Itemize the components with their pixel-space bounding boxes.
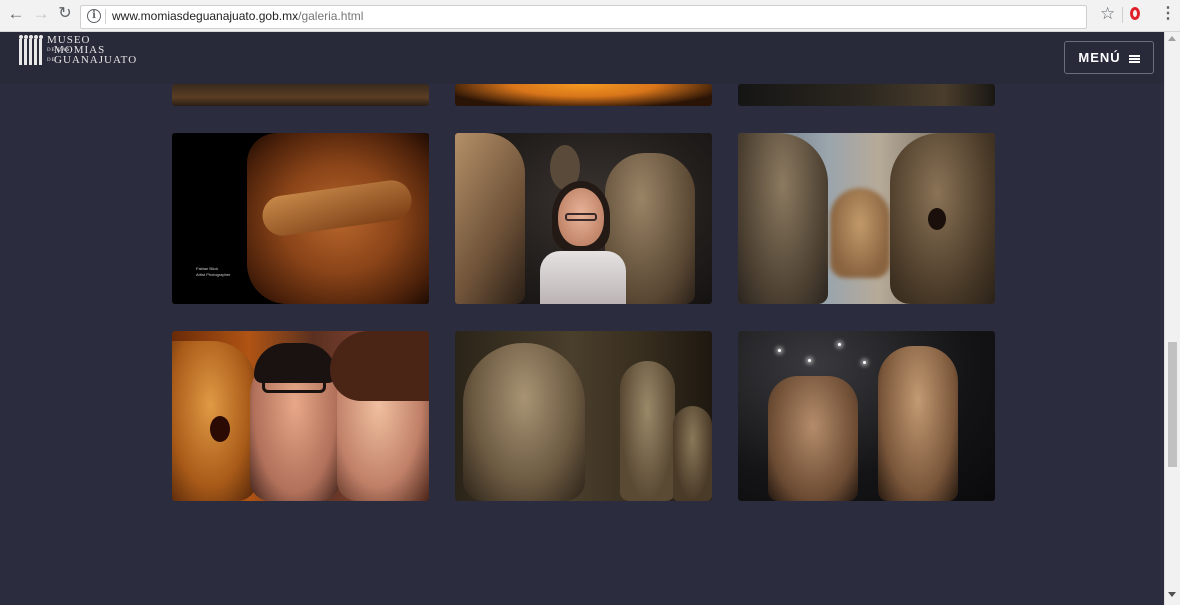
info-icon[interactable]: i: [87, 9, 101, 23]
photo-detail: [565, 213, 597, 221]
logo-small-1: DE LAS: [47, 47, 71, 53]
gallery-photo[interactable]: [455, 84, 712, 106]
site-header: MUSEO DE LASMOMIAS DEGUANAJUATO MENÚ: [0, 32, 1164, 84]
back-arrow-icon[interactable]: ←: [7, 5, 25, 23]
url-path: /galeria.html: [298, 9, 364, 23]
star-icon[interactable]: ☆: [1100, 5, 1115, 23]
url-host: www.momiasdeguanajuato.gob.mx: [112, 9, 299, 23]
photo-credit-role: Artist Photographer: [196, 272, 231, 277]
photo-subject: [738, 133, 828, 304]
gallery-photo[interactable]: [738, 331, 995, 501]
menu-label: MENÚ: [1078, 50, 1121, 65]
logo-line-3: DEGUANAJUATO: [47, 54, 138, 66]
gallery-photo[interactable]: [172, 84, 429, 106]
photo-detail: [330, 331, 429, 401]
photo-detail: [863, 361, 866, 364]
photo-subject: [463, 343, 585, 501]
logo-wordmark: MUSEO DE LASMOMIAS DEGUANAJUATO: [47, 35, 138, 66]
photo-detail: [210, 416, 230, 442]
gallery-photo[interactable]: [455, 133, 712, 304]
opera-icon[interactable]: [1130, 7, 1140, 20]
scroll-down-icon[interactable]: [1168, 592, 1176, 597]
hamburger-icon: [1128, 54, 1140, 63]
toolbar-divider: [1122, 7, 1123, 23]
url-text[interactable]: www.momiasdeguanajuato.gob.mx/galeria.ht…: [112, 9, 363, 23]
page-scrollbar[interactable]: [1164, 32, 1180, 605]
address-bar[interactable]: i www.momiasdeguanajuato.gob.mx/galeria.…: [80, 5, 1087, 29]
gallery-photo[interactable]: [738, 133, 995, 304]
photo-detail: [838, 343, 841, 346]
reload-icon[interactable]: ↻: [56, 5, 74, 23]
gallery-photo[interactable]: [172, 331, 429, 501]
photo-detail: [778, 349, 781, 352]
browser-toolbar: ← → ↻ i www.momiasdeguanajuato.gob.mx/ga…: [0, 0, 1180, 32]
gallery-photo[interactable]: [455, 331, 712, 501]
photo-detail: [928, 208, 946, 230]
logo-line-3-text: GUANAJUATO: [54, 54, 138, 66]
logo-small-2: DE: [47, 57, 56, 63]
url-divider: [105, 9, 106, 24]
photo-detail: [262, 375, 326, 393]
photo-subject: [620, 361, 675, 501]
gallery-photo[interactable]: [738, 84, 995, 106]
scroll-up-icon[interactable]: [1168, 36, 1176, 41]
scrollbar-thumb[interactable]: [1168, 342, 1177, 467]
kebab-menu-icon[interactable]: ⋮: [1160, 5, 1176, 23]
photo-subject: [830, 188, 890, 278]
photo-subject: [673, 406, 712, 501]
photo-detail: [808, 359, 811, 362]
photo-credit: Fabian Bück Artist Photographer: [196, 266, 230, 278]
photo-detail: [540, 251, 626, 304]
photo-subject: [455, 133, 525, 304]
photo-subject: [768, 376, 858, 501]
logo-mark-icon: [19, 35, 43, 65]
photo-subject: [878, 346, 958, 501]
menu-button[interactable]: MENÚ: [1064, 41, 1154, 74]
gallery-photo[interactable]: Fabian Bück Artist Photographer: [172, 133, 429, 304]
forward-arrow-icon[interactable]: →: [32, 5, 50, 23]
